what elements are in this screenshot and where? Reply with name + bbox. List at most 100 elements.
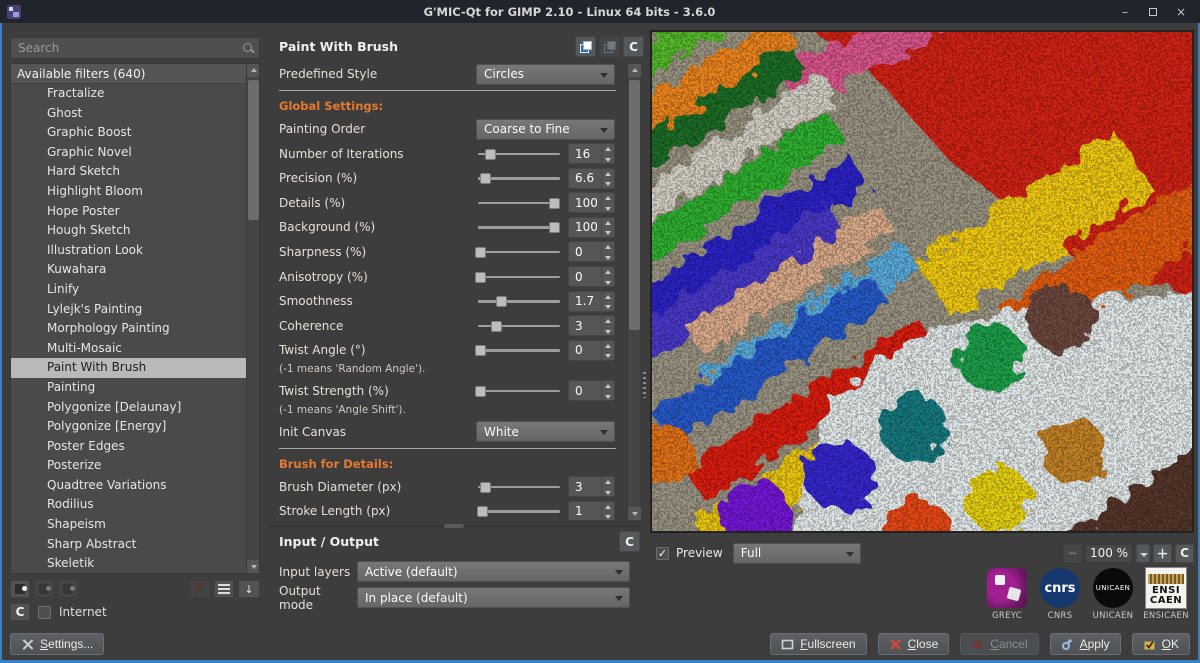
ok-button[interactable]: OK <box>1132 633 1190 655</box>
param-slider[interactable] <box>478 245 560 259</box>
param-slider[interactable] <box>478 171 560 185</box>
param-spinbox[interactable]: 1 <box>568 501 615 520</box>
zoom-dropdown-button[interactable] <box>1136 544 1150 563</box>
slider-handle[interactable] <box>475 247 486 258</box>
spin-down-icon[interactable] <box>602 227 614 237</box>
filter-item[interactable]: Multi-Mosaic <box>11 339 259 359</box>
slider-handle[interactable] <box>496 296 507 307</box>
spin-up-icon[interactable] <box>602 292 614 302</box>
parameters-scrollbar[interactable] <box>627 64 640 520</box>
filter-item[interactable]: Sharp Abstract <box>11 535 259 555</box>
spin-down-icon[interactable] <box>602 277 614 287</box>
io-reset-button[interactable]: C <box>619 531 640 552</box>
slider-track[interactable] <box>478 510 560 513</box>
slider-track[interactable] <box>478 390 560 393</box>
slider-handle[interactable] <box>549 198 560 209</box>
slider-handle[interactable] <box>480 173 491 184</box>
slider-handle[interactable] <box>485 149 496 160</box>
preview-image[interactable] <box>650 30 1194 533</box>
internet-checkbox[interactable] <box>38 606 51 619</box>
param-spinbox[interactable]: 100 <box>568 192 615 213</box>
filter-item[interactable]: Posterize <box>11 456 259 476</box>
spin-up-icon[interactable] <box>602 193 614 203</box>
slider-track[interactable] <box>478 276 560 279</box>
spin-down-icon[interactable] <box>602 350 614 360</box>
filter-item[interactable]: Ghost <box>11 104 259 124</box>
spin-down-icon[interactable] <box>602 154 614 164</box>
param-slider[interactable] <box>478 294 560 308</box>
reset-zoom-button[interactable]: C <box>1175 544 1194 563</box>
close-button[interactable]: Close <box>878 633 950 655</box>
filter-item[interactable]: Hope Poster <box>11 202 259 222</box>
close-window-icon[interactable]: × <box>1174 5 1188 19</box>
slider-handle[interactable] <box>491 321 502 332</box>
filter-item[interactable]: Hough Sketch <box>11 221 259 241</box>
slider-track[interactable] <box>478 251 560 254</box>
param-select[interactable]: Coarse to Fine <box>476 119 615 140</box>
spin-down-icon[interactable] <box>602 203 614 213</box>
param-slider[interactable] <box>478 384 560 398</box>
param-slider[interactable] <box>478 196 560 210</box>
spin-down-icon[interactable] <box>602 252 614 262</box>
fullscreen-button[interactable]: Fullscreen <box>770 633 866 655</box>
filter-item[interactable]: Poster Edges <box>11 437 259 457</box>
filter-item[interactable]: Highlight Bloom <box>11 182 259 202</box>
filter-item[interactable]: Polygonize [Delaunay] <box>11 398 259 418</box>
filter-item[interactable]: Skeletik <box>11 554 259 574</box>
scroll-thumb[interactable] <box>248 80 259 220</box>
filter-item[interactable]: Paint With Brush <box>11 358 259 378</box>
spin-up-icon[interactable] <box>602 502 614 512</box>
titlebar[interactable]: G'MIC-Qt for GIMP 2.10 - Linux 64 bits -… <box>0 0 1200 23</box>
scroll-up-icon[interactable] <box>247 64 260 77</box>
filter-item[interactable]: Hard Sketch <box>11 162 259 182</box>
minimize-icon[interactable]: – <box>1118 5 1132 19</box>
param-select[interactable]: White <box>476 421 615 442</box>
splitter-handle[interactable] <box>643 372 646 398</box>
search-input[interactable]: Search <box>10 37 260 59</box>
filter-item[interactable]: Rodilius <box>11 495 259 515</box>
scroll-down-icon[interactable] <box>247 560 260 573</box>
param-slider[interactable] <box>478 270 560 284</box>
slider-handle[interactable] <box>480 482 491 493</box>
param-slider[interactable] <box>478 480 560 494</box>
filter-item[interactable]: Polygonize [Energy] <box>11 417 259 437</box>
filter-item[interactable]: Morphology Painting <box>11 319 259 339</box>
scroll-thumb[interactable] <box>629 80 640 330</box>
refresh-filters-button[interactable]: C <box>10 603 30 621</box>
slider-handle[interactable] <box>477 506 488 517</box>
param-spinbox[interactable]: 0 <box>568 266 615 287</box>
param-slider[interactable] <box>478 220 560 234</box>
slider-track[interactable] <box>478 226 560 229</box>
param-spinbox[interactable]: 0 <box>568 241 615 262</box>
slider-handle[interactable] <box>549 222 560 233</box>
io-splitter[interactable] <box>268 526 640 527</box>
param-select[interactable]: Circles <box>476 64 615 85</box>
spin-up-icon[interactable] <box>602 267 614 277</box>
param-spinbox[interactable]: 0 <box>568 380 615 401</box>
scroll-down-icon[interactable] <box>628 507 641 520</box>
slider-handle[interactable] <box>475 272 486 283</box>
filter-item[interactable]: Illustration Look <box>11 241 259 261</box>
spin-up-icon[interactable] <box>602 218 614 228</box>
spin-up-icon[interactable] <box>602 316 614 326</box>
param-spinbox[interactable]: 0 <box>568 340 615 361</box>
slider-track[interactable] <box>478 202 560 205</box>
param-spinbox[interactable]: 100 <box>568 217 615 238</box>
spin-down-icon[interactable] <box>602 511 614 520</box>
add-favorite-button[interactable] <box>10 580 30 598</box>
filter-item[interactable]: Quadtree Variations <box>11 476 259 496</box>
filter-item[interactable]: Lylejk's Painting <box>11 300 259 320</box>
scroll-up-icon[interactable] <box>628 64 641 77</box>
param-spinbox[interactable]: 16 <box>568 143 615 164</box>
restore-icon[interactable] <box>1146 5 1160 19</box>
filter-item[interactable]: Shapeism <box>11 515 259 535</box>
spin-down-icon[interactable] <box>602 326 614 336</box>
spin-up-icon[interactable] <box>602 242 614 252</box>
spin-down-icon[interactable] <box>602 178 614 188</box>
param-spinbox[interactable]: 3 <box>568 315 615 336</box>
filter-item[interactable]: Graphic Boost <box>11 123 259 143</box>
zoom-fit-button[interactable]: ＋ <box>1153 544 1172 563</box>
reset-parameters-button[interactable]: C <box>623 36 644 57</box>
preview-checkbox[interactable]: ✓ <box>656 547 669 560</box>
filter-item[interactable]: Linify <box>11 280 259 300</box>
